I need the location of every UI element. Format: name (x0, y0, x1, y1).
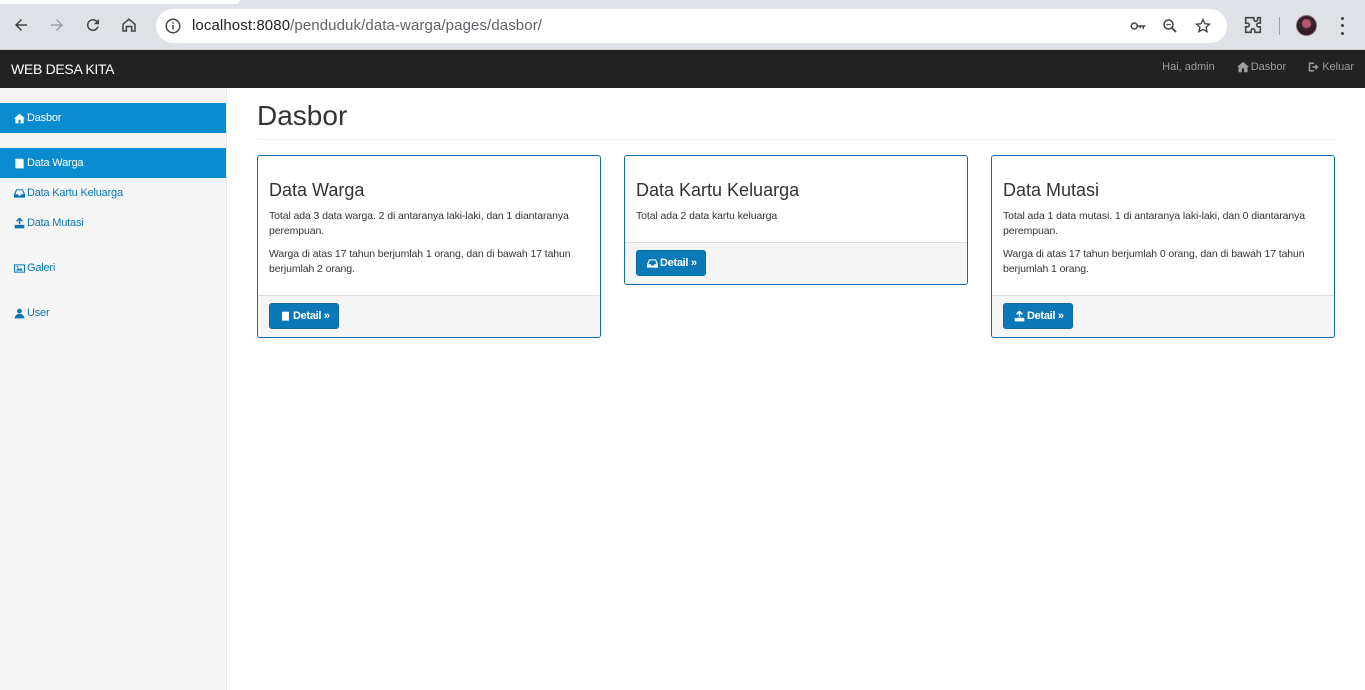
sidebar-item-label: Data Mutasi (27, 217, 84, 229)
card-title: Data Mutasi (1003, 180, 1100, 200)
card-text: Warga di atas 17 tahun berjumlah 1 orang… (269, 248, 571, 275)
sidebar-item-label: Galeri (27, 262, 56, 274)
sidebar-item-data-mutasi[interactable]: Data Mutasi (0, 208, 226, 238)
sidebar: Dasbor Data Warga Data Kartu Keluarga Da… (0, 88, 227, 690)
forward-button[interactable] (44, 12, 70, 38)
brand-title[interactable]: WEB DESA KITA (11, 61, 115, 77)
home-button[interactable] (116, 12, 142, 38)
address-bar[interactable]: localhost:8080/penduduk/data-warga/pages… (156, 9, 1227, 43)
user-icon (14, 308, 25, 318)
export-icon (1014, 310, 1025, 321)
user-greeting: Hai, admin (1162, 61, 1215, 73)
card-data-mutasi: Data Mutasi Total ada 1 data mutasi. 1 d… (991, 155, 1335, 338)
bookmark-star-icon[interactable] (1194, 17, 1212, 35)
sidebar-item-user[interactable]: User (0, 298, 226, 328)
sidebar-item-data-kartu-keluarga[interactable]: Data Kartu Keluarga (0, 178, 226, 208)
key-icon[interactable] (1129, 17, 1147, 35)
home-icon (14, 113, 25, 123)
home-icon (1236, 61, 1249, 73)
sidebar-item-dasbor[interactable]: Dasbor (0, 103, 226, 133)
card-text: Total ada 1 data mutasi. 1 di antaranya … (1003, 210, 1305, 237)
sidebar-item-label: Dasbor (27, 112, 62, 124)
book-icon (15, 158, 24, 168)
site-info-icon[interactable] (164, 17, 182, 35)
home-outline-icon (122, 18, 136, 32)
card-text: Total ada 2 data kartu keluarga (636, 210, 778, 222)
arrow-left-icon (15, 19, 27, 31)
nav-dasbor-link[interactable]: Dasbor (1236, 61, 1287, 73)
detail-data-kartu-keluarga-button[interactable]: Detail » (636, 250, 706, 276)
profile-avatar[interactable] (1296, 15, 1317, 36)
url-text: localhost:8080/penduduk/data-warga/pages… (192, 17, 542, 34)
card-footer: Detail » (992, 295, 1334, 337)
sidebar-item-label: User (27, 307, 50, 319)
card-data-kartu-keluarga: Data Kartu Keluarga Total ada 2 data kar… (624, 155, 968, 285)
browser-toolbar: localhost:8080/penduduk/data-warga/pages… (0, 0, 1365, 50)
sidebar-item-label: Data Warga (27, 157, 84, 169)
card-title: Data Warga (269, 180, 365, 200)
sidebar-item-label: Data Kartu Keluarga (27, 187, 123, 199)
sidebar-item-galeri[interactable]: Galeri (0, 253, 226, 283)
book-icon (282, 311, 289, 321)
reload-icon (86, 19, 99, 32)
nav-dasbor-label: Dasbor (1250, 61, 1287, 73)
app-navbar: WEB DESA KITA Hai, admin Dasbor Keluar (0, 50, 1365, 88)
nav-keluar-link[interactable]: Keluar (1308, 61, 1354, 73)
tab-strip (0, 0, 1365, 4)
button-label: Detail » (660, 257, 697, 269)
card-body: Data Mutasi Total ada 1 data mutasi. 1 d… (992, 156, 1334, 295)
card-body: Data Warga Total ada 3 data warga. 2 di … (258, 156, 600, 295)
card-title: Data Kartu Keluarga (636, 180, 800, 200)
picture-icon (14, 263, 25, 273)
button-label: Detail » (1027, 310, 1064, 322)
sidebar-item-data-warga[interactable]: Data Warga (0, 148, 226, 178)
card-text: Total ada 3 data warga. 2 di antaranya l… (269, 210, 569, 237)
card-footer: Detail » (258, 295, 600, 337)
card-data-warga: Data Warga Total ada 3 data warga. 2 di … (257, 155, 601, 338)
reload-button[interactable] (80, 12, 106, 38)
toolbar-separator (1279, 17, 1280, 35)
export-icon (14, 217, 25, 228)
logout-icon (1308, 62, 1319, 72)
nav-keluar-label: Keluar (1322, 61, 1354, 73)
card-text: Warga di atas 17 tahun berjumlah 0 orang… (1003, 248, 1305, 275)
zoom-icon[interactable] (1161, 17, 1179, 35)
extensions-icon[interactable] (1242, 14, 1264, 36)
detail-data-mutasi-button[interactable]: Detail » (1003, 303, 1073, 329)
back-button[interactable] (8, 12, 34, 38)
url-host: localhost:8080 (192, 17, 291, 34)
card-footer: Detail » (625, 242, 967, 284)
navbar-right: Hai, admin Dasbor Keluar (1162, 61, 1354, 73)
detail-data-warga-button[interactable]: Detail » (269, 303, 339, 329)
active-tab-edge (0, 0, 240, 4)
title-divider (257, 139, 1336, 140)
url-path: /penduduk/data-warga/pages/dasbor/ (290, 17, 543, 34)
inbox-icon (14, 188, 25, 198)
inbox-icon (647, 258, 658, 268)
browser-menu-icon[interactable] (1336, 15, 1348, 37)
page-title: Dasbor (257, 100, 348, 131)
card-body: Data Kartu Keluarga Total ada 2 data kar… (625, 156, 967, 242)
button-label: Detail » (293, 310, 330, 322)
arrow-right-icon (51, 19, 63, 31)
